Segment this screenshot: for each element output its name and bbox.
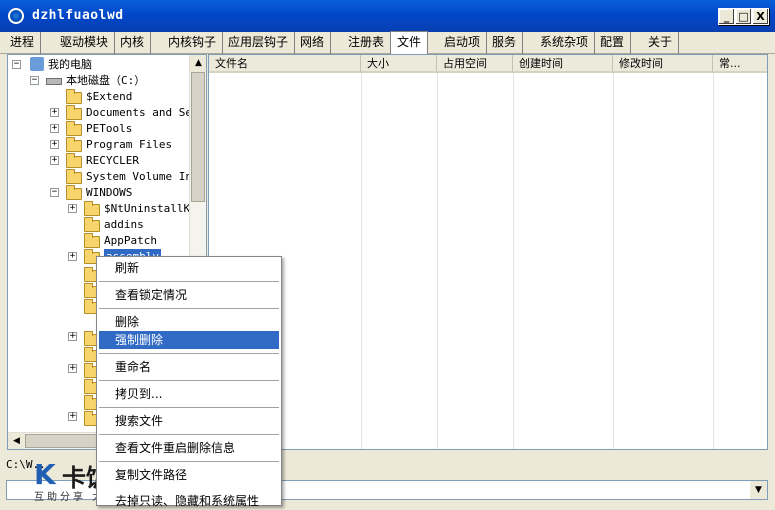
tree-label: $Extend [86, 90, 133, 103]
menu-item-copy-to[interactable]: 拷贝到... [99, 385, 279, 403]
chevron-down-icon[interactable]: ▼ [750, 481, 767, 499]
collapse-icon[interactable]: − [50, 188, 59, 197]
folder-icon [66, 89, 82, 104]
tree-label: 本地磁盘（C:） [66, 74, 146, 87]
menu-separator [99, 380, 279, 381]
grid-line [437, 73, 438, 449]
computer-icon [30, 57, 44, 71]
column-header-created[interactable]: 创建时间 [513, 55, 613, 73]
tab-process[interactable]: 进程 [4, 32, 42, 54]
tree-label: $NtUninstallK [104, 202, 191, 215]
tree-label: Program Files [86, 138, 173, 151]
column-header-attributes[interactable]: 常... [713, 55, 767, 73]
tab-kernel[interactable]: 内核 [114, 32, 152, 54]
expand-icon[interactable]: + [50, 140, 59, 149]
scroll-thumb[interactable] [25, 434, 105, 448]
grid-line [713, 73, 714, 449]
folder-icon [84, 201, 100, 216]
menu-separator [99, 434, 279, 435]
maximize-button[interactable]: □ [735, 8, 752, 25]
expand-icon[interactable]: + [68, 412, 77, 421]
tab-services[interactable]: 服务 [486, 32, 524, 54]
grid-line [361, 73, 362, 449]
collapse-icon[interactable]: − [12, 60, 21, 69]
grid-line [613, 73, 614, 449]
tree-label: PETools [86, 122, 133, 135]
folder-open-icon [66, 185, 82, 200]
column-header-name[interactable]: 文件名 [209, 55, 361, 73]
app-icon [8, 8, 24, 24]
tab-files[interactable]: 文件 [390, 31, 429, 54]
menu-item-search-files[interactable]: 搜索文件 [99, 412, 279, 430]
current-path: C:\W... [6, 458, 53, 471]
tab-misc[interactable]: 系统杂项 [534, 32, 596, 54]
expand-icon[interactable]: + [68, 204, 77, 213]
menu-item-delete[interactable]: 删除 [99, 313, 279, 331]
drive-icon [46, 78, 62, 85]
scroll-left-icon[interactable]: ◀ [8, 433, 25, 449]
tree-label: AppPatch [104, 234, 157, 247]
tab-registry[interactable]: 注册表 [342, 32, 392, 54]
collapse-icon[interactable]: − [30, 76, 39, 85]
tree-label: Documents and Set [86, 106, 199, 119]
tree-label: WINDOWS [86, 186, 133, 199]
menu-separator [99, 308, 279, 309]
expand-icon[interactable]: + [50, 156, 59, 165]
folder-icon [66, 105, 82, 120]
expand-icon[interactable]: + [50, 124, 59, 133]
scroll-thumb[interactable] [191, 72, 205, 202]
tree-label: addins [104, 218, 144, 231]
tab-startup[interactable]: 启动项 [438, 32, 488, 54]
tab-bar: 进程 驱动模块 内核 内核钩子 应用层钩子 网络 注册表 文件 启动项 服务 系… [0, 31, 775, 54]
file-list[interactable]: 文件名 大小 占用空间 创建时间 修改时间 常... [208, 54, 768, 450]
tab-kernel-hooks[interactable]: 内核钩子 [162, 32, 224, 54]
expand-icon[interactable]: + [68, 364, 77, 373]
scroll-up-icon[interactable]: ▲ [190, 55, 206, 72]
folder-icon [84, 233, 100, 248]
tab-network[interactable]: 网络 [294, 32, 332, 54]
menu-separator [99, 281, 279, 282]
menu-item-copy-path[interactable]: 复制文件路径 [99, 466, 279, 484]
menu-item-refresh[interactable]: 刷新 [99, 259, 279, 277]
tab-config[interactable]: 配置 [594, 32, 632, 54]
tab-about[interactable]: 关于 [642, 32, 680, 54]
expand-icon[interactable]: + [50, 108, 59, 117]
tab-drivers[interactable]: 驱动模块 [54, 32, 116, 54]
column-header-allocated[interactable]: 占用空间 [437, 55, 513, 73]
menu-item-view-locks[interactable]: 查看锁定情况 [99, 286, 279, 304]
column-header-modified[interactable]: 修改时间 [613, 55, 713, 73]
folder-icon [66, 153, 82, 168]
folder-icon [66, 121, 82, 136]
expand-icon[interactable]: + [68, 252, 77, 261]
menu-separator [99, 407, 279, 408]
minimize-button[interactable]: _ [718, 8, 735, 25]
tab-app-hooks[interactable]: 应用层钩子 [222, 32, 296, 54]
folder-icon [84, 217, 100, 232]
grid-line [513, 73, 514, 449]
close-button[interactable]: X [752, 8, 769, 25]
menu-item-rename[interactable]: 重命名 [99, 358, 279, 376]
menu-item-force-delete[interactable]: 强制删除 [99, 331, 279, 349]
menu-separator [99, 353, 279, 354]
folder-icon [66, 137, 82, 152]
expand-icon[interactable]: + [68, 332, 77, 341]
tree-label: RECYCLER [86, 154, 139, 167]
context-menu: 刷新 查看锁定情况 删除 强制删除 重命名 拷贝到... 搜索文件 查看文件重启… [96, 256, 282, 508]
title-bar[interactable]: dzhlfuaolwd _ □ X [0, 0, 775, 32]
tree-label: System Volume Inf [86, 170, 199, 183]
menu-item-reboot-delete-info[interactable]: 查看文件重启删除信息 [99, 439, 279, 457]
folder-icon [66, 169, 82, 184]
menu-separator [99, 461, 279, 462]
tree-label: 我的电脑 [48, 58, 92, 71]
menu-item-remove-attributes[interactable]: 去掉只读、隐藏和系统属性 [99, 492, 279, 510]
window-title: dzhlfuaolwd [32, 8, 124, 23]
column-header-size[interactable]: 大小 [361, 55, 437, 73]
